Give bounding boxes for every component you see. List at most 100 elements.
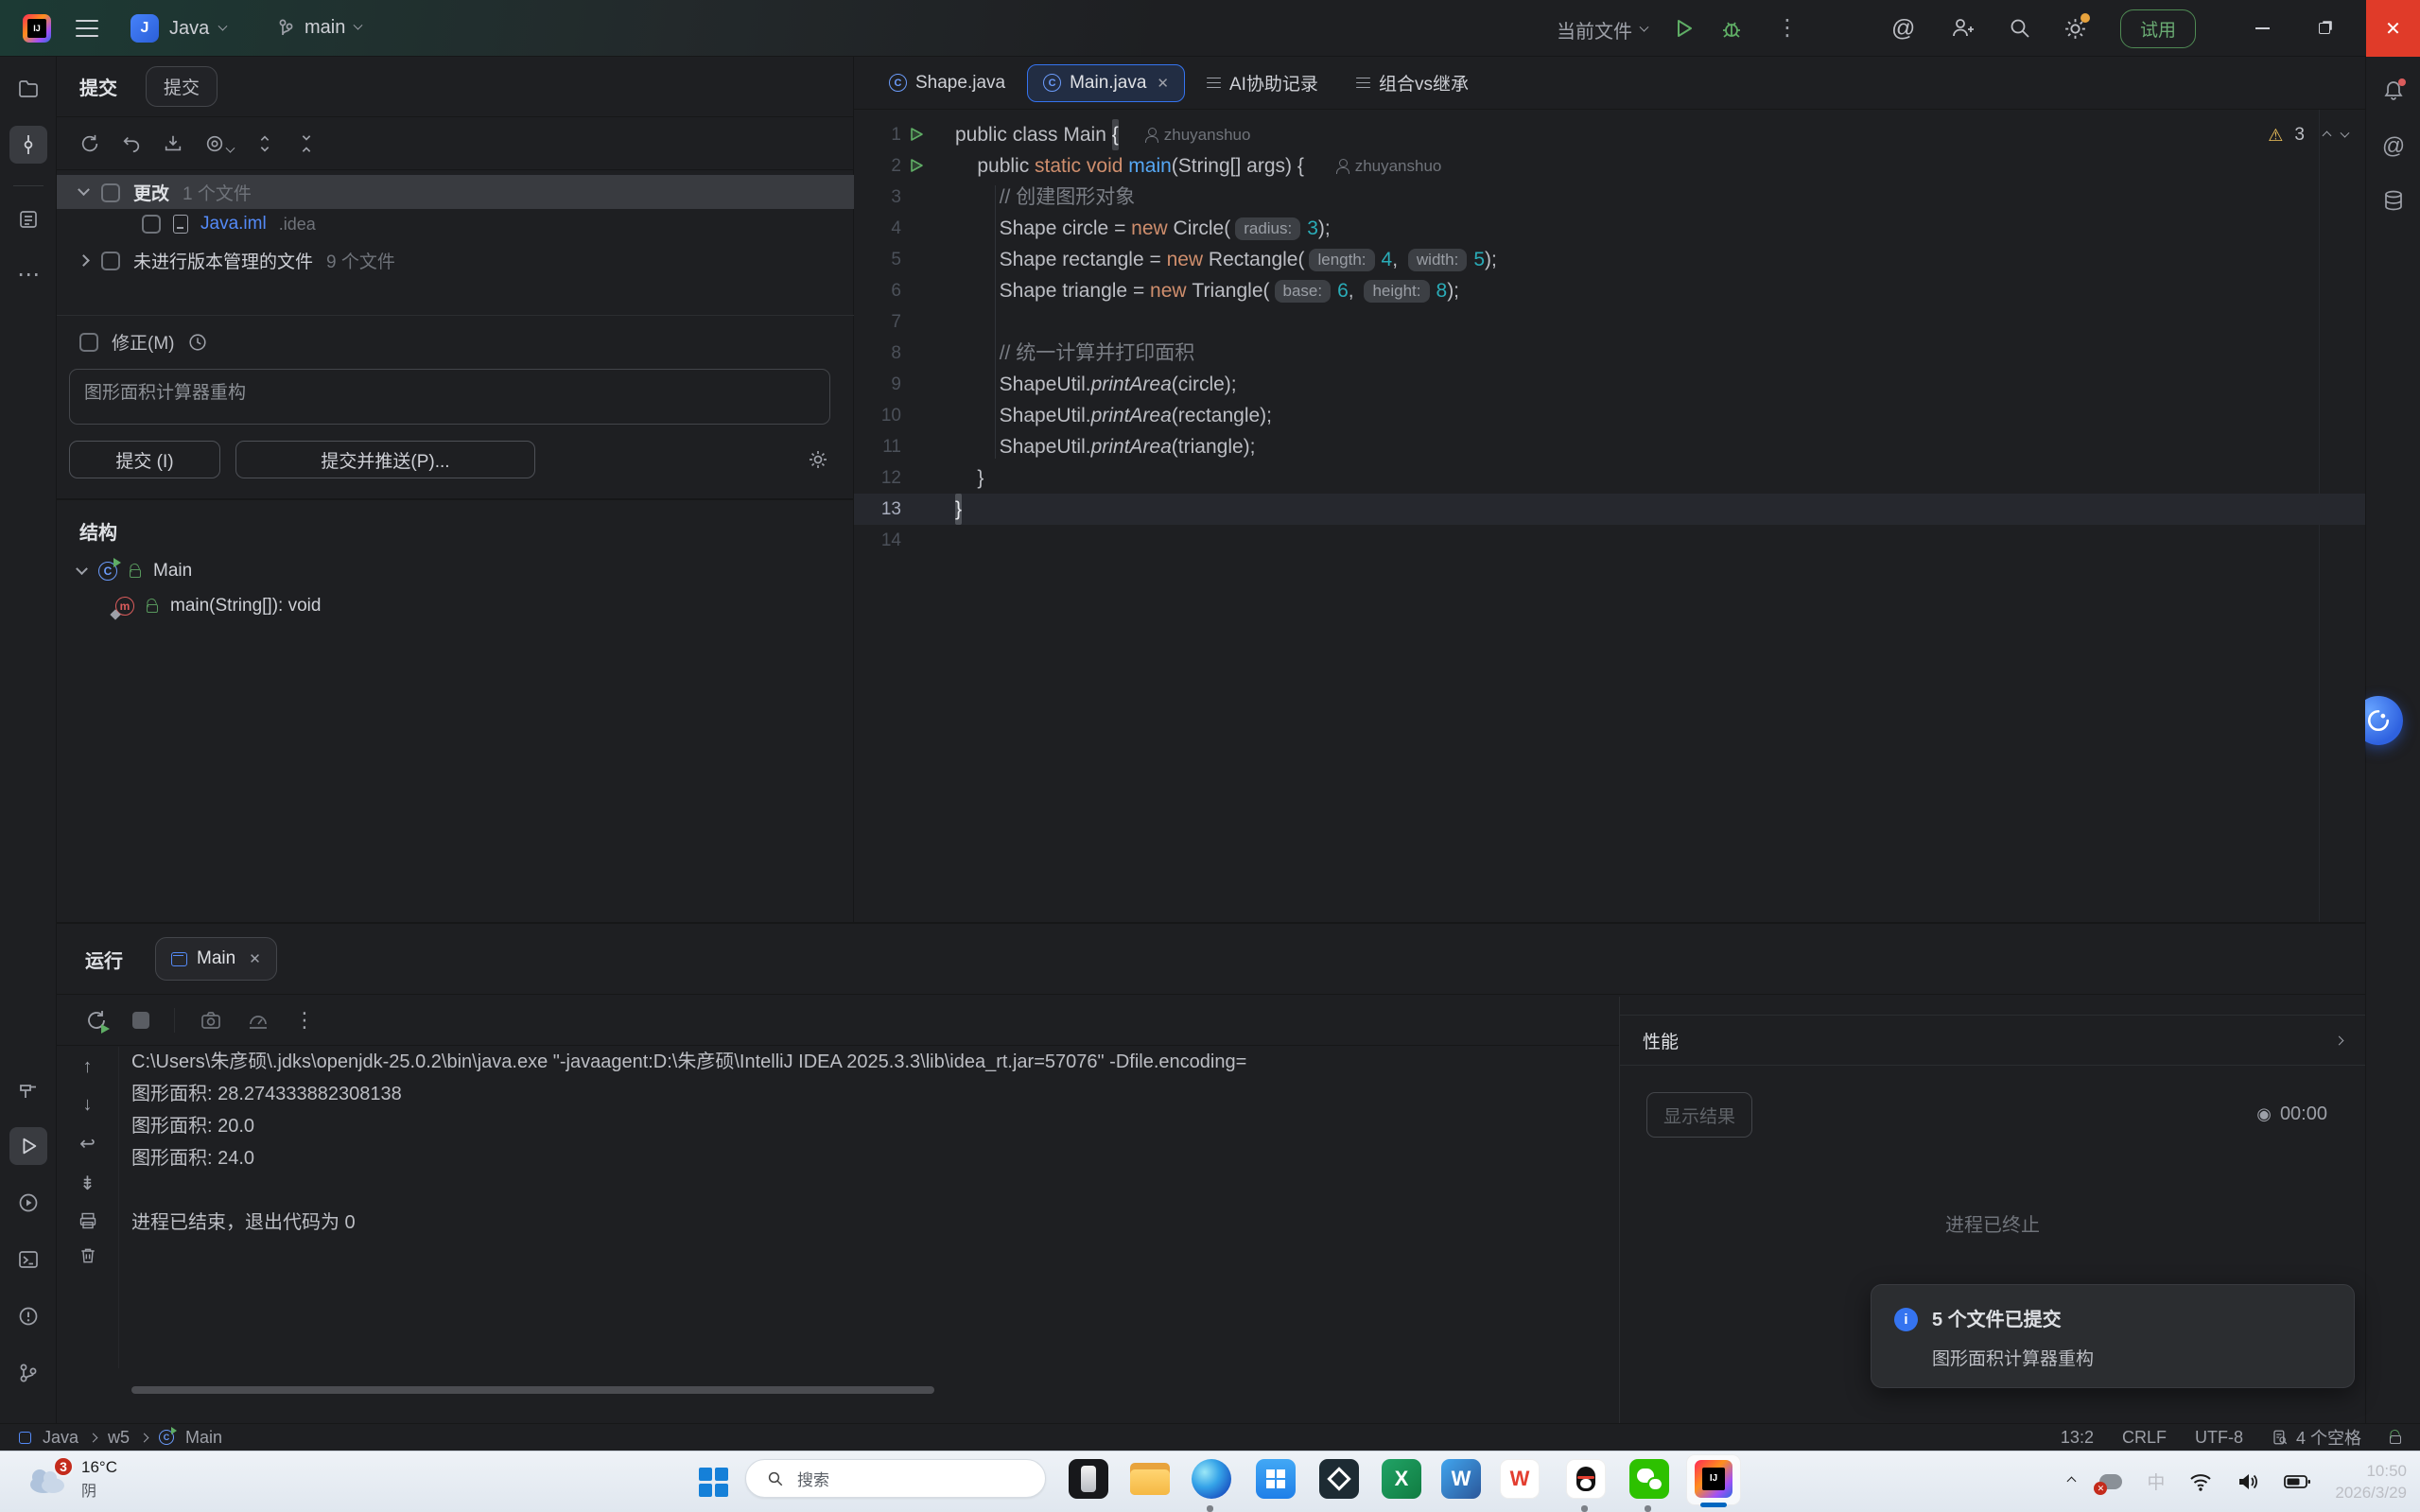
soft-wrap-icon[interactable]: ↩ [79, 1132, 96, 1156]
show-results-button[interactable]: 显示结果 [1646, 1092, 1752, 1138]
changes-checkbox[interactable] [101, 183, 120, 202]
code-editor[interactable]: 1public class Main {zhuyanshuo2 public s… [854, 110, 2365, 922]
view-options-icon[interactable] [204, 133, 234, 154]
file-checkbox[interactable] [142, 215, 161, 234]
start-button[interactable] [699, 1468, 729, 1498]
commit-button[interactable]: 提交 (I) [69, 441, 220, 478]
horizontal-scrollbar[interactable] [131, 1386, 934, 1394]
database-tool-icon[interactable] [2375, 182, 2412, 219]
run-config-selector[interactable]: 当前文件 [1557, 16, 1647, 43]
refresh-icon[interactable] [79, 133, 100, 154]
caret-position[interactable]: 13:2 [2061, 1428, 2094, 1448]
amend-checkbox[interactable] [79, 333, 98, 352]
taskbar-search[interactable]: 搜索 [745, 1459, 1046, 1498]
run-tool-icon[interactable] [9, 1127, 47, 1165]
taskbar-wechat-icon[interactable] [1628, 1457, 1671, 1501]
vcs-tool-icon[interactable] [9, 1354, 47, 1392]
onedrive-error-icon[interactable] [2099, 1474, 2122, 1489]
trial-badge[interactable]: 试用 [2120, 9, 2196, 48]
unversioned-group-row[interactable]: 未进行版本管理的文件 9 个文件 [79, 248, 395, 273]
run-button[interactable] [1672, 17, 1695, 40]
structure-tool-icon[interactable] [9, 200, 47, 238]
history-clock-icon[interactable] [187, 332, 208, 353]
taskbar-phone-link-icon[interactable] [1067, 1457, 1110, 1501]
more-actions-button[interactable]: ⋮ [1776, 14, 1799, 42]
ai-chat-tool-icon[interactable]: @ [2375, 128, 2412, 165]
search-icon[interactable] [2009, 17, 2031, 40]
taskbar-store-icon[interactable] [1254, 1457, 1297, 1501]
encoding[interactable]: UTF-8 [2195, 1428, 2243, 1448]
performance-header[interactable]: 性能 [1620, 1015, 2365, 1066]
breadcrumb[interactable]: Java w5 C Main [19, 1428, 222, 1448]
volume-icon[interactable] [2237, 1472, 2259, 1491]
settings-gear-icon[interactable] [2063, 17, 2087, 45]
crumb-class[interactable]: Main [185, 1428, 222, 1448]
rollback-icon[interactable] [121, 133, 142, 154]
scroll-down-icon[interactable]: ↓ [83, 1094, 93, 1116]
notification-toast[interactable]: i 5 个文件已提交 图形面积计算器重构 [1871, 1284, 2355, 1388]
print-icon[interactable] [78, 1211, 97, 1230]
close-icon[interactable]: ✕ [249, 950, 261, 967]
more-tools-icon[interactable]: ⋯ [9, 255, 47, 293]
tray-expand-icon[interactable] [2067, 1477, 2077, 1486]
taskbar-excel-icon[interactable]: X [1380, 1457, 1423, 1501]
expand-all-icon[interactable] [254, 133, 275, 154]
profiler-gauge-icon[interactable] [247, 1009, 270, 1032]
project-selector[interactable]: J Java [131, 14, 226, 43]
taskbar-clock[interactable]: 10:50 2026/3/29 [2335, 1460, 2407, 1503]
taskbar-word-icon[interactable]: W [1439, 1457, 1483, 1501]
services-tool-icon[interactable] [9, 1184, 47, 1222]
commit-tool-icon[interactable] [9, 126, 47, 164]
debug-button[interactable] [1719, 16, 1744, 41]
problems-tool-icon[interactable] [9, 1297, 47, 1335]
taskbar-wps-icon[interactable]: W [1498, 1457, 1541, 1501]
shelve-icon[interactable] [163, 133, 183, 154]
changes-group-row[interactable]: 更改 1 个文件 [79, 180, 252, 205]
editor-tab-Shape.java[interactable]: CShape.java [873, 64, 1021, 102]
structure-class-row[interactable]: C Main [78, 561, 192, 582]
editor-tab-组合vs继承[interactable]: 组合vs继承 [1340, 64, 1485, 102]
project-tool-icon[interactable] [9, 70, 47, 108]
code-with-me-button[interactable] [1950, 17, 1975, 40]
taskbar-edge-icon[interactable] [1190, 1457, 1233, 1501]
structure-method-row[interactable]: m main(String[]): void [115, 596, 321, 617]
taskbar-dark-app-icon[interactable] [1317, 1457, 1361, 1501]
changed-file-row[interactable]: Java.iml .idea [142, 214, 316, 235]
file-name[interactable]: Java.iml [200, 214, 267, 235]
commit-tab[interactable]: 提交 [146, 66, 218, 107]
indent-widget[interactable]: 4 个空格 [2272, 1425, 2361, 1450]
taskbar-qq-icon[interactable] [1564, 1457, 1608, 1501]
scroll-to-end-icon[interactable]: ⇟ [79, 1172, 96, 1195]
unversioned-checkbox[interactable] [101, 252, 120, 270]
collapse-all-icon[interactable] [296, 133, 317, 154]
branch-selector[interactable]: main [276, 17, 361, 39]
crumb-package[interactable]: w5 [108, 1428, 130, 1448]
terminal-tool-icon[interactable] [9, 1241, 47, 1278]
run-line-icon[interactable] [909, 127, 924, 142]
clear-trash-icon[interactable] [78, 1246, 97, 1265]
ai-assistant-icon[interactable]: @ [1891, 15, 1915, 43]
restore-button[interactable] [2298, 0, 2351, 57]
minimize-button[interactable] [2236, 0, 2289, 57]
rerun-icon[interactable] [85, 1009, 108, 1032]
crumb-project[interactable]: Java [43, 1428, 78, 1448]
wifi-icon[interactable] [2189, 1472, 2212, 1491]
scroll-up-icon[interactable]: ↑ [83, 1056, 93, 1078]
notifications-bell-icon[interactable] [2375, 72, 2412, 110]
taskbar-intellij-icon[interactable]: IJ [1692, 1457, 1735, 1501]
main-menu-button[interactable] [76, 20, 98, 37]
taskbar-file-explorer-icon[interactable] [1128, 1457, 1172, 1501]
battery-icon[interactable] [2284, 1473, 2310, 1490]
build-tool-icon[interactable] [9, 1070, 47, 1108]
line-ending[interactable]: CRLF [2122, 1428, 2167, 1448]
editor-tab-Main.java[interactable]: CMain.java✕ [1027, 64, 1185, 102]
run-line-icon[interactable] [909, 158, 924, 173]
more-options-icon[interactable]: ⋮ [294, 1008, 315, 1033]
close-button[interactable]: ✕ [2366, 0, 2420, 57]
commit-options-gear-icon[interactable] [807, 448, 829, 471]
close-icon[interactable]: ✕ [1157, 75, 1169, 92]
ime-indicator[interactable]: 中 [2147, 1469, 2165, 1494]
editor-tab-AI协助记录[interactable]: AI协助记录 [1191, 64, 1334, 102]
taskbar-weather-widget[interactable]: 3 16°C 阴 [25, 1457, 117, 1501]
unlock-icon[interactable] [2390, 1435, 2401, 1444]
